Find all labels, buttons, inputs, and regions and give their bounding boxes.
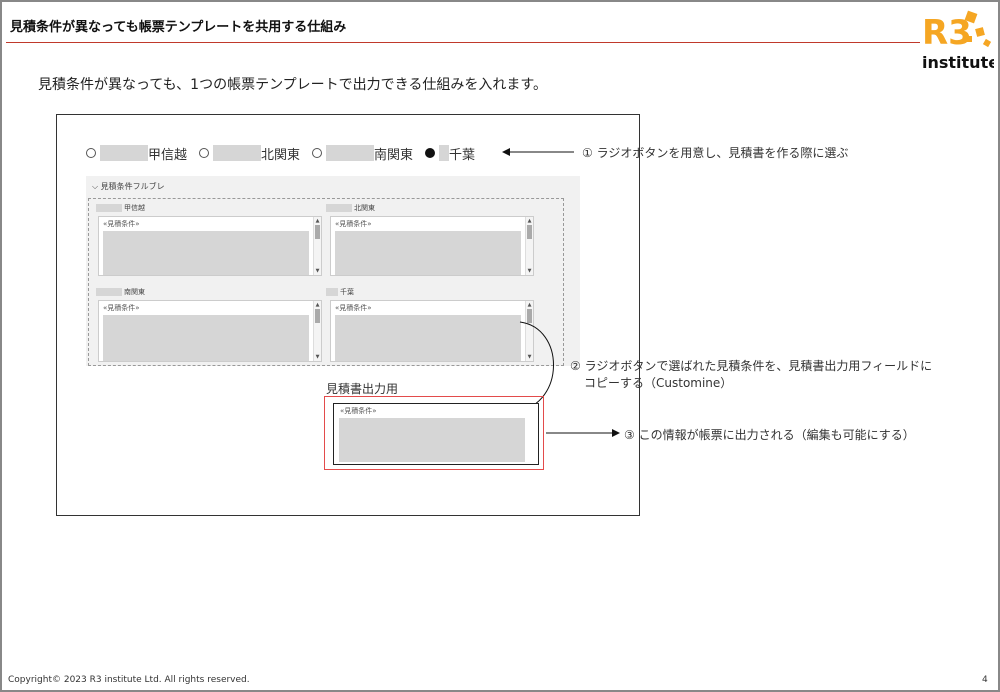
scroll-thumb[interactable] [315, 225, 320, 239]
radio-label: 甲信越 [148, 147, 188, 163]
header-divider [6, 42, 920, 43]
redacted-content [335, 231, 521, 275]
note-3: ③ この情報が帳票に出力される（編集も可能にする） [624, 428, 915, 442]
scroll-up-icon[interactable]: ▲ [526, 302, 533, 308]
page-number: 4 [982, 675, 988, 685]
arrow-to-note3 [546, 429, 620, 437]
field-label-koshinetsu: 甲信越 [96, 203, 145, 213]
field-tag: «見積条件» [340, 407, 377, 415]
radio-button-selected[interactable] [425, 148, 436, 158]
radio-label: 南関東 [374, 147, 414, 163]
redacted-text [326, 204, 352, 212]
field-label-kitakanto: 北関東 [326, 203, 375, 213]
scroll-thumb[interactable] [315, 309, 320, 323]
radio-button[interactable] [86, 148, 96, 158]
output-textarea[interactable]: «見積条件» [333, 403, 539, 465]
panel-header[interactable]: ⌵ 見積条件フルブレ [92, 181, 165, 192]
note-2-line1: ② ラジオボタンで選ばれた見積条件を、見積書出力用フィールドに [570, 359, 933, 373]
scroll-up-icon[interactable]: ▲ [526, 218, 533, 224]
radio-button[interactable] [199, 148, 210, 158]
arrow-to-note1 [502, 148, 574, 156]
radio-option-koshinetsu[interactable]: 甲信越 [86, 144, 187, 163]
field-label-chiba: 千葉 [326, 287, 354, 297]
field-label-text: 北関東 [354, 204, 375, 212]
output-field-label: 見積書出力用 [326, 382, 399, 396]
radio-option-chiba[interactable]: 千葉 [425, 144, 475, 163]
redacted-content [339, 418, 525, 462]
r3-institute-logo: R3 institute [922, 10, 994, 72]
note-2-line2: コピーする（Customine） [584, 376, 733, 390]
field-label-text: 南関東 [124, 288, 145, 296]
scroll-up-icon[interactable]: ▲ [314, 302, 321, 308]
redacted-text [96, 288, 122, 296]
redacted-text [439, 145, 450, 161]
scroll-up-icon[interactable]: ▲ [314, 218, 321, 224]
radio-option-kitakanto[interactable]: 北関東 [199, 144, 300, 163]
field-tag: «見積条件» [103, 304, 140, 312]
scrollbar[interactable]: ▲ ▼ [525, 217, 533, 275]
scroll-down-icon[interactable]: ▼ [314, 268, 321, 274]
field-tag: «見積条件» [335, 304, 372, 312]
region-radio-group[interactable]: 甲信越 北関東 南関東 千葉 [86, 143, 487, 163]
textarea-chiba[interactable]: «見積条件» ▲ ▼ [330, 300, 534, 362]
textarea-minamikanto[interactable]: «見積条件» ▲ ▼ [98, 300, 322, 362]
slide-subtitle: 見積条件が異なっても、1つの帳票テンプレートで出力できる仕組みを入れます。 [38, 77, 547, 93]
radio-button[interactable] [312, 148, 323, 158]
note-1: ① ラジオボタンを用意し、見積書を作る際に選ぶ [582, 146, 849, 160]
field-label-text: 甲信越 [124, 204, 145, 212]
redacted-text [213, 145, 262, 161]
redacted-content [103, 231, 309, 275]
redacted-text [100, 145, 148, 161]
field-label-text: 千葉 [340, 288, 354, 296]
scroll-down-icon[interactable]: ▼ [314, 354, 321, 360]
field-tag: «見積条件» [335, 220, 372, 228]
logo-institute: institute [922, 53, 994, 72]
redacted-content [103, 315, 309, 361]
scrollbar[interactable]: ▲ ▼ [313, 217, 321, 275]
textarea-koshinetsu[interactable]: «見積条件» ▲ ▼ [98, 216, 322, 276]
redacted-content [335, 315, 521, 361]
redacted-text [326, 288, 338, 296]
scrollbar[interactable]: ▲ ▼ [313, 301, 321, 361]
logo-r3: R3 [922, 13, 972, 53]
radio-label: 千葉 [449, 147, 476, 163]
redacted-text [326, 145, 375, 161]
scroll-down-icon[interactable]: ▼ [526, 268, 533, 274]
field-tag: «見積条件» [103, 220, 140, 228]
chevron-down-icon: ⌵ [92, 182, 99, 191]
copyright-text: Copyright© 2023 R3 institute Ltd. All ri… [8, 675, 250, 685]
field-label-minamikanto: 南関東 [96, 287, 145, 297]
radio-option-minamikanto[interactable]: 南関東 [312, 144, 413, 163]
panel-header-label: 見積条件フルブレ [100, 182, 165, 191]
redacted-text [96, 204, 122, 212]
scroll-thumb[interactable] [527, 225, 532, 239]
textarea-kitakanto[interactable]: «見積条件» ▲ ▼ [330, 216, 534, 276]
page-title: 見積条件が異なっても帳票テンプレートを共用する仕組み [10, 20, 347, 35]
radio-label: 北関東 [261, 147, 301, 163]
